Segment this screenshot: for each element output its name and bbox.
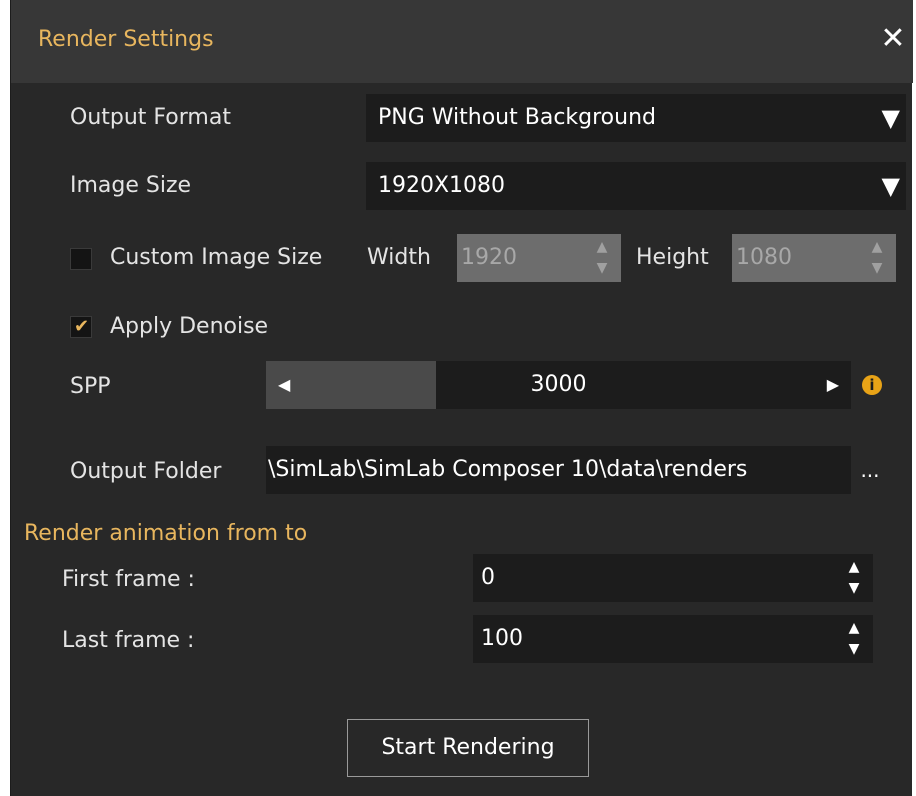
- last-frame-spinbox[interactable]: 100 ▲ ▼: [473, 615, 873, 663]
- apply-denoise-label: Apply Denoise: [110, 314, 269, 339]
- dialog-title: Render Settings: [38, 27, 214, 52]
- width-stepper[interactable]: ▲ ▼: [593, 236, 611, 280]
- image-size-value: 1920X1080: [378, 173, 506, 198]
- first-frame-stepper[interactable]: ▲ ▼: [845, 556, 863, 600]
- output-format-value: PNG Without Background: [378, 105, 656, 130]
- height-spinbox[interactable]: 1080 ▲ ▼: [732, 234, 896, 282]
- width-spinbox[interactable]: 1920 ▲ ▼: [457, 234, 621, 282]
- arrow-down-icon[interactable]: ▼: [845, 578, 863, 598]
- title-bar[interactable]: Render Settings ✕: [11, 0, 913, 83]
- output-format-label: Output Format: [70, 105, 231, 130]
- output-folder-label: Output Folder: [70, 459, 222, 484]
- first-frame-value: 0: [481, 565, 495, 590]
- output-folder-value: \SimLab\SimLab Composer 10\data\renders: [268, 457, 748, 482]
- arrow-up-icon[interactable]: ▲: [845, 557, 863, 577]
- arrow-right-icon[interactable]: ▶: [827, 369, 839, 401]
- start-rendering-button[interactable]: Start Rendering: [347, 719, 589, 777]
- render-settings-dialog: Render Settings ✕ Output Format PNG With…: [10, 0, 913, 796]
- start-rendering-label: Start Rendering: [381, 735, 555, 760]
- arrow-down-icon[interactable]: ▼: [593, 258, 611, 278]
- output-folder-field[interactable]: \SimLab\SimLab Composer 10\data\renders: [266, 446, 851, 494]
- height-label: Height: [636, 245, 709, 270]
- info-icon[interactable]: i: [862, 375, 882, 395]
- first-frame-label: First frame :: [62, 567, 195, 592]
- spp-slider[interactable]: ◀ 3000 ▶: [266, 361, 851, 409]
- dropdown-arrow-icon: ▼: [881, 104, 900, 132]
- arrow-up-icon[interactable]: ▲: [868, 237, 886, 257]
- arrow-up-icon[interactable]: ▲: [593, 237, 611, 257]
- spp-value: 3000: [530, 372, 587, 397]
- width-value: 1920: [461, 245, 517, 270]
- image-size-label: Image Size: [70, 173, 192, 198]
- last-frame-value: 100: [481, 626, 523, 651]
- arrow-down-icon[interactable]: ▼: [845, 639, 863, 659]
- image-size-dropdown[interactable]: 1920X1080 ▼: [366, 162, 906, 210]
- last-frame-stepper[interactable]: ▲ ▼: [845, 617, 863, 661]
- output-format-dropdown[interactable]: PNG Without Background ▼: [366, 94, 906, 142]
- height-value: 1080: [736, 245, 792, 270]
- first-frame-spinbox[interactable]: 0 ▲ ▼: [473, 554, 873, 602]
- checkmark-icon: ✔: [74, 316, 90, 337]
- last-frame-label: Last frame :: [62, 628, 195, 653]
- custom-image-size-label: Custom Image Size: [110, 245, 323, 270]
- browse-folder-button[interactable]: ...: [857, 455, 883, 485]
- dropdown-arrow-icon: ▼: [881, 172, 900, 200]
- animation-section-title: Render animation from to: [24, 521, 308, 546]
- close-icon[interactable]: ✕: [879, 22, 907, 56]
- height-stepper[interactable]: ▲ ▼: [868, 236, 886, 280]
- spp-label: SPP: [70, 374, 111, 399]
- width-label: Width: [367, 245, 431, 270]
- custom-image-size-checkbox[interactable]: [70, 248, 92, 270]
- arrow-up-icon[interactable]: ▲: [845, 618, 863, 638]
- arrow-down-icon[interactable]: ▼: [868, 258, 886, 278]
- apply-denoise-checkbox[interactable]: ✔: [70, 316, 92, 338]
